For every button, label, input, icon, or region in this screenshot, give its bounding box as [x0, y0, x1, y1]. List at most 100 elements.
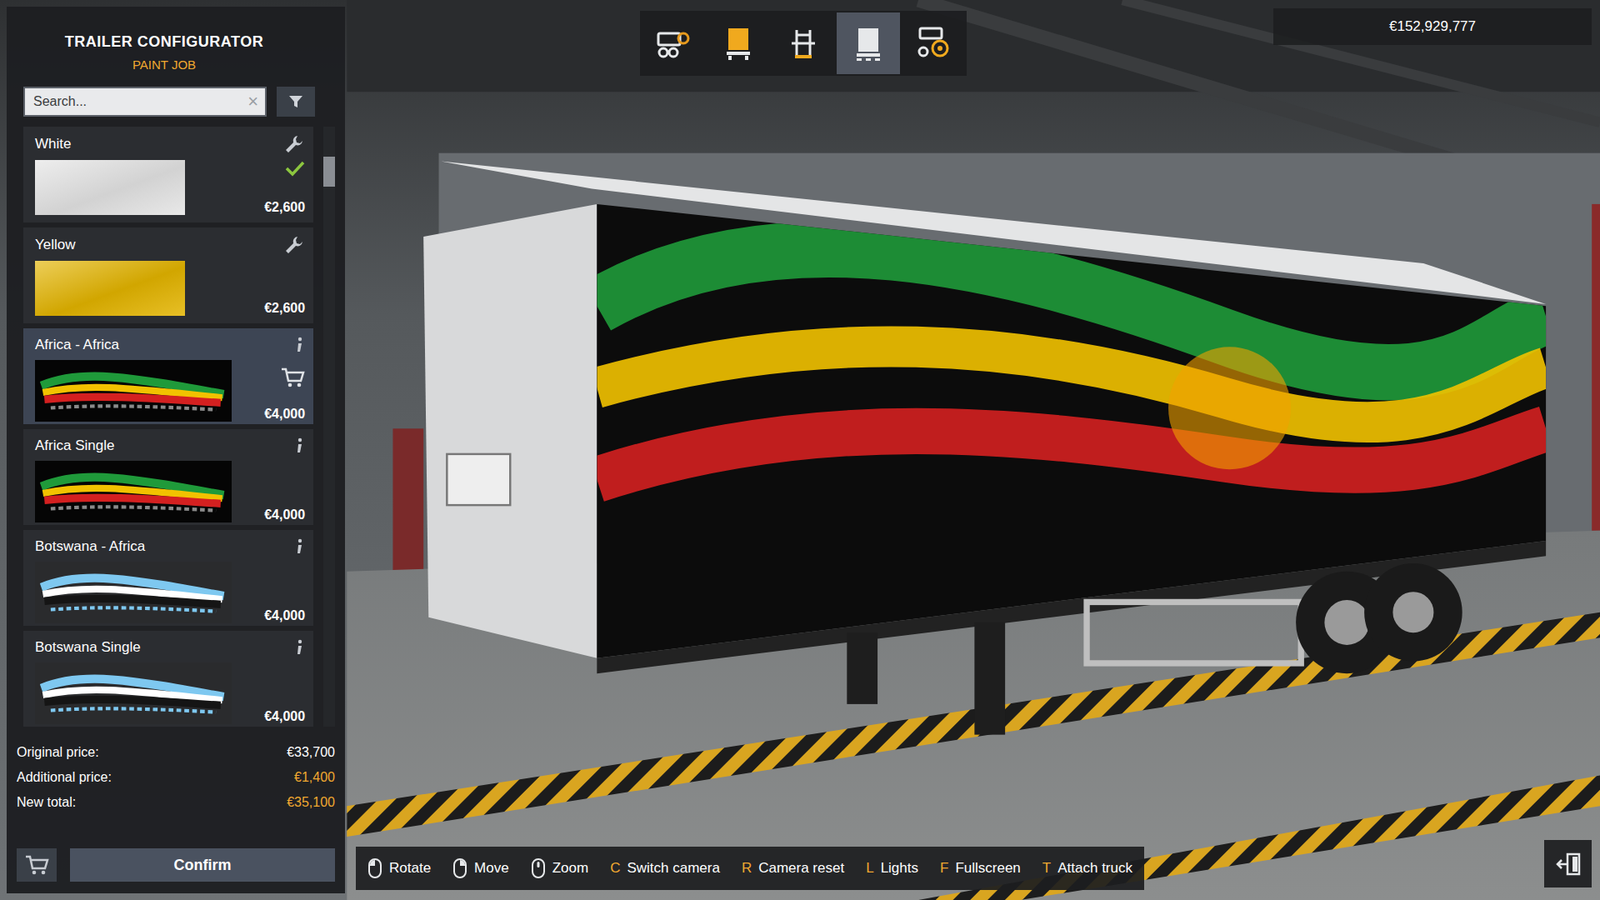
scrollbar[interactable] — [323, 126, 335, 727]
item-header: Yellow — [35, 234, 305, 256]
hint-key: C — [610, 860, 620, 877]
paint-item[interactable]: White €2,600 — [23, 126, 314, 223]
wrench-icon[interactable] — [283, 133, 305, 155]
filter-button[interactable] — [276, 86, 315, 117]
frame-icon — [785, 25, 822, 62]
paint-name: Botswana Single — [35, 639, 141, 656]
paint-name: Africa - Africa — [35, 336, 120, 354]
paint-icon — [850, 25, 887, 62]
item-header: Botswana Single — [35, 637, 305, 658]
cart-icon — [24, 854, 50, 876]
confirm-button[interactable]: Confirm — [70, 848, 335, 882]
price-row: New total: €35,100 — [16, 795, 335, 810]
exit-button[interactable] — [1544, 840, 1592, 888]
category-tab[interactable] — [641, 12, 705, 75]
paint-item[interactable]: Botswana - Africa €4,000 — [23, 530, 314, 626]
search-row: × — [23, 86, 315, 117]
paint-name: White — [35, 135, 71, 153]
paint-item[interactable]: Africa - Africa €4,000 — [23, 328, 314, 425]
category-tab[interactable] — [771, 12, 835, 75]
configurator-panel: TRAILER CONFIGURATOR PAINT JOB × White €… — [6, 6, 345, 894]
category-tab[interactable] — [706, 12, 770, 75]
info-icon[interactable] — [293, 436, 305, 455]
mouse-icon — [367, 857, 383, 880]
control-hint: C Switch camera — [610, 860, 720, 877]
chassis-icon — [655, 25, 692, 62]
hint-label: Switch camera — [626, 860, 720, 877]
exit-icon — [1554, 851, 1583, 877]
category-toolbar — [640, 10, 967, 76]
hint-label: Zoom — [552, 860, 589, 877]
garage-screen: TRAILER CONFIGURATOR PAINT JOB × White €… — [0, 0, 1600, 900]
hint-key: F — [940, 860, 949, 877]
paint-name: Botswana - Africa — [35, 538, 145, 555]
item-side: €2,600 — [264, 260, 305, 316]
search-clear-button[interactable]: × — [247, 92, 259, 111]
item-body: €4,000 — [35, 561, 305, 624]
paint-price: €4,000 — [264, 406, 305, 422]
controls-hint-bar: Rotate Move Zoom C Switch camera R Camera … — [355, 846, 1145, 890]
paint-price: €4,000 — [264, 709, 305, 725]
control-hint: L Lights — [865, 860, 919, 877]
search-input[interactable] — [31, 93, 248, 110]
panel-title: TRAILER CONFIGURATOR — [65, 33, 264, 51]
item-body: €2,600 — [35, 260, 305, 316]
hint-key: L — [865, 860, 874, 877]
hint-label: Move — [474, 860, 510, 877]
panel-header: TRAILER CONFIGURATOR PAINT JOB — [16, 33, 312, 72]
paint-name: Africa Single — [35, 437, 115, 455]
hint-key: T — [1042, 860, 1051, 877]
cart-button[interactable] — [16, 848, 57, 882]
control-hint: Rotate — [367, 857, 431, 880]
scrollbar-thumb[interactable] — [323, 156, 335, 187]
livery-thumbnail — [35, 360, 232, 422]
price-label: Additional price: — [16, 770, 112, 785]
price-row: Original price: €33,700 — [16, 745, 335, 760]
money-display: €152,929,777 — [1273, 8, 1592, 45]
tire-icon — [915, 25, 952, 62]
item-body: €2,600 — [35, 160, 305, 215]
item-side: €4,000 — [264, 669, 305, 725]
hint-label: Camera reset — [758, 860, 845, 877]
paint-list: White €2,600Yellow €2,600Africa - Africa… — [23, 126, 314, 727]
info-icon[interactable] — [293, 335, 305, 355]
item-side: €4,000 — [264, 366, 305, 422]
category-tab[interactable] — [901, 12, 965, 75]
control-hint: F Fullscreen — [940, 860, 1021, 877]
info-icon[interactable] — [293, 537, 305, 556]
control-hint: R Camera reset — [741, 860, 845, 877]
body-icon — [720, 25, 757, 62]
price-label: Original price: — [16, 745, 100, 760]
item-side: €4,000 — [264, 568, 305, 624]
price-value: €35,100 — [286, 795, 335, 810]
paint-price: €4,000 — [264, 507, 305, 523]
paint-list-area: White €2,600Yellow €2,600Africa - Africa… — [23, 126, 335, 727]
search-field: × — [23, 86, 267, 117]
paint-item[interactable]: Africa Single €4,000 — [23, 429, 314, 525]
livery-thumbnail — [35, 561, 232, 624]
info-icon[interactable] — [293, 638, 305, 657]
hint-key: R — [741, 860, 752, 877]
paint-item[interactable]: Yellow €2,600 — [23, 227, 314, 324]
item-body: €4,000 — [35, 662, 305, 725]
hint-label: Lights — [880, 860, 919, 877]
control-hint: T Attach truck — [1042, 860, 1133, 877]
panel-subtitle: PAINT JOB — [132, 57, 196, 72]
paint-price: €2,600 — [264, 200, 305, 215]
item-header: Africa - Africa — [35, 335, 305, 355]
price-row: Additional price: €1,400 — [16, 770, 335, 785]
paint-item[interactable]: Botswana Single €4,000 — [23, 630, 314, 727]
hint-label: Rotate — [389, 860, 431, 877]
cart-icon — [280, 366, 305, 389]
check-icon — [285, 160, 305, 177]
price-value: €1,400 — [294, 770, 335, 785]
item-header: Botswana - Africa — [35, 536, 305, 557]
paint-name: Yellow — [35, 236, 76, 254]
mouse-icon — [530, 857, 546, 880]
livery-thumbnail — [35, 662, 232, 725]
hint-label: Attach truck — [1057, 860, 1133, 877]
paint-price: €2,600 — [264, 300, 305, 316]
category-tab[interactable] — [836, 12, 900, 75]
wrench-icon[interactable] — [283, 234, 305, 256]
hint-label: Fullscreen — [955, 860, 1020, 877]
